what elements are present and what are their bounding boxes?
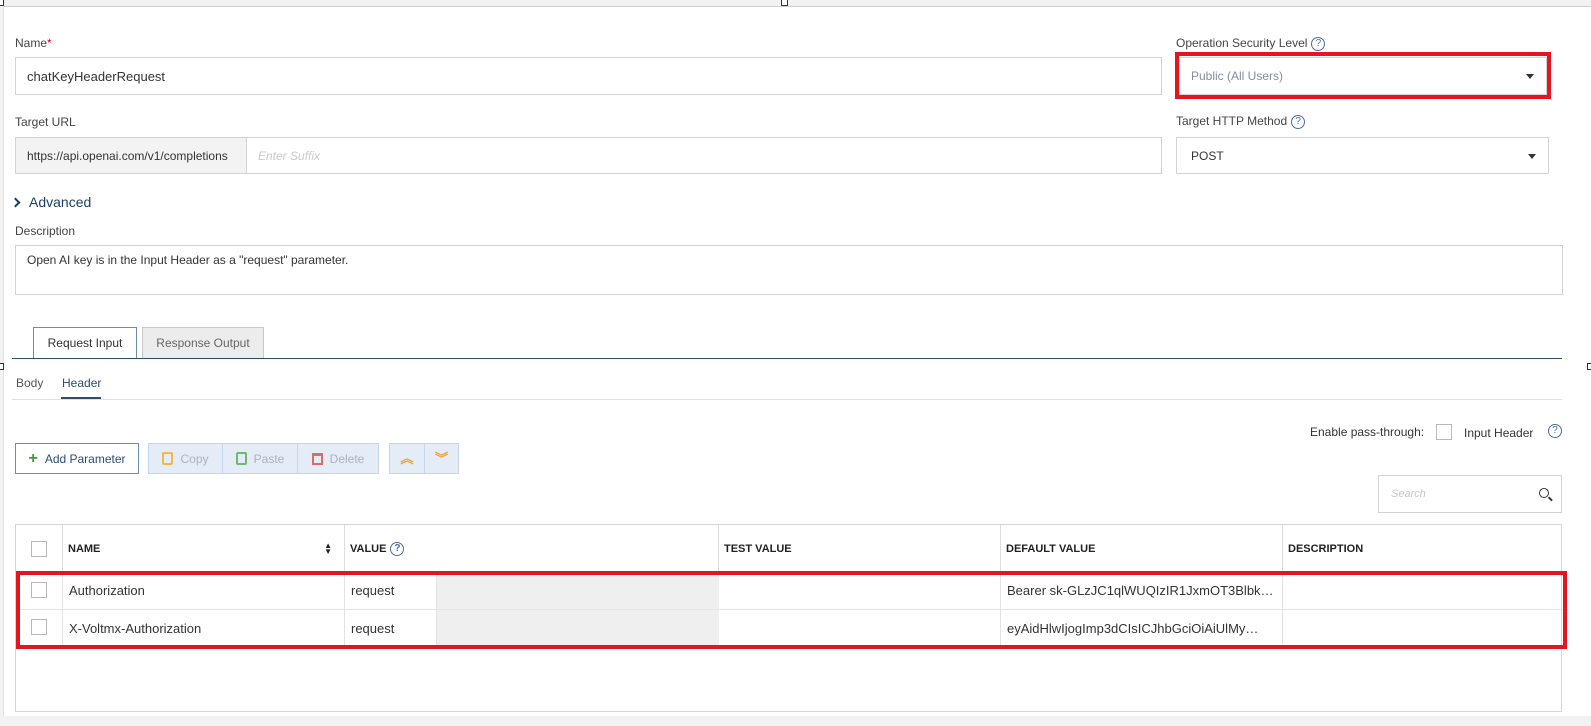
- column-header-name-label: NAME: [68, 543, 101, 555]
- subtab-divider: [12, 399, 1562, 400]
- name-field-value: chatKeyHeaderRequest: [27, 68, 166, 84]
- tab-response-output[interactable]: Response Output: [142, 327, 264, 359]
- select-all-header: [16, 525, 63, 573]
- delete-label: Delete: [329, 451, 365, 466]
- http-method-select[interactable]: POST: [1176, 137, 1549, 174]
- double-chevron-down-icon: ︾: [434, 451, 448, 466]
- help-icon[interactable]: ?: [1291, 115, 1306, 129]
- tab-request-input[interactable]: Request Input: [33, 327, 137, 359]
- help-icon[interactable]: ?: [1311, 37, 1326, 51]
- subtab-body[interactable]: Body: [16, 376, 43, 390]
- resize-handle-top-left[interactable]: [0, 0, 4, 6]
- paste-button[interactable]: Paste: [222, 443, 298, 474]
- column-header-description: DESCRIPTION: [1288, 543, 1364, 555]
- caret-down-icon: [1528, 153, 1536, 159]
- name-field[interactable]: chatKeyHeaderRequest: [15, 57, 1162, 95]
- tab-divider: [12, 358, 1562, 359]
- chevron-right-icon: [10, 197, 21, 207]
- copy-button[interactable]: Copy: [148, 443, 223, 474]
- description-field[interactable]: Open AI key is in the Input Header as a …: [15, 245, 1563, 295]
- http-method-label: Target HTTP Method?: [1176, 114, 1306, 129]
- tab-request-input-label: Request Input: [47, 336, 123, 350]
- input-header-label: Input Header: [1464, 426, 1534, 440]
- target-url-suffix-input[interactable]: Enter Suffix: [258, 138, 320, 173]
- advanced-label: Advanced: [29, 194, 92, 210]
- help-icon[interactable]: ?: [390, 542, 405, 556]
- column-header-value-label: VALUE: [350, 543, 387, 555]
- highlight-box-security: [1175, 52, 1551, 99]
- resize-handle-middle-right[interactable]: [1587, 363, 1591, 370]
- paste-label: Paste: [253, 451, 285, 466]
- column-header-name[interactable]: NAME ▲ ▼: [63, 525, 345, 573]
- target-url-field[interactable]: https://api.openai.com/v1/completions En…: [15, 137, 1162, 174]
- resize-handle-middle-left[interactable]: [0, 363, 4, 370]
- security-level-label: Operation Security Level?: [1176, 36, 1326, 51]
- required-marker: *: [47, 36, 52, 50]
- http-method-value: POST: [1191, 148, 1224, 163]
- http-method-label-text: Target HTTP Method: [1176, 114, 1288, 128]
- advanced-toggle[interactable]: Advanced: [10, 194, 92, 210]
- tab-response-output-label: Response Output: [156, 336, 250, 350]
- subtab-header[interactable]: Header: [62, 376, 101, 390]
- move-down-button[interactable]: ︾: [424, 443, 459, 474]
- description-label: Description: [15, 224, 76, 238]
- column-header-value: VALUE?: [345, 525, 719, 573]
- security-level-label-text: Operation Security Level: [1176, 36, 1308, 50]
- sort-icon[interactable]: ▲ ▼: [324, 542, 332, 556]
- column-header-test-value: TEST VALUE: [719, 525, 1001, 573]
- add-parameter-label: Add Parameter: [44, 451, 126, 466]
- search-placeholder: Search: [1391, 488, 1426, 500]
- copy-icon: [162, 452, 174, 465]
- add-parameter-button[interactable]: + Add Parameter: [15, 443, 139, 474]
- input-header-checkbox[interactable]: [1436, 424, 1452, 440]
- plus-icon: +: [28, 449, 38, 467]
- trash-icon: [311, 452, 323, 465]
- resize-handle-top-center[interactable]: [781, 0, 788, 6]
- target-url-prefix: https://api.openai.com/v1/completions: [16, 138, 247, 173]
- name-label-text: Name: [15, 36, 48, 50]
- target-url-label: Target URL: [15, 115, 76, 129]
- column-header-default-value: DEFAULT VALUE: [1001, 525, 1283, 573]
- paste-icon: [235, 452, 247, 465]
- double-chevron-up-icon: ︽: [400, 451, 414, 466]
- description-value: Open AI key is in the Input Header as a …: [27, 253, 349, 267]
- help-icon[interactable]: ?: [1548, 424, 1562, 438]
- select-all-checkbox[interactable]: [31, 541, 47, 557]
- copy-label: Copy: [180, 451, 209, 466]
- delete-button[interactable]: Delete: [297, 443, 379, 474]
- search-input[interactable]: Search: [1378, 475, 1562, 513]
- pass-through-label: Enable pass-through:: [1310, 425, 1425, 439]
- highlight-box-rows: [16, 571, 1567, 649]
- move-up-button[interactable]: ︽: [389, 443, 425, 474]
- search-icon[interactable]: [1539, 488, 1549, 498]
- name-label: Name*: [15, 36, 52, 50]
